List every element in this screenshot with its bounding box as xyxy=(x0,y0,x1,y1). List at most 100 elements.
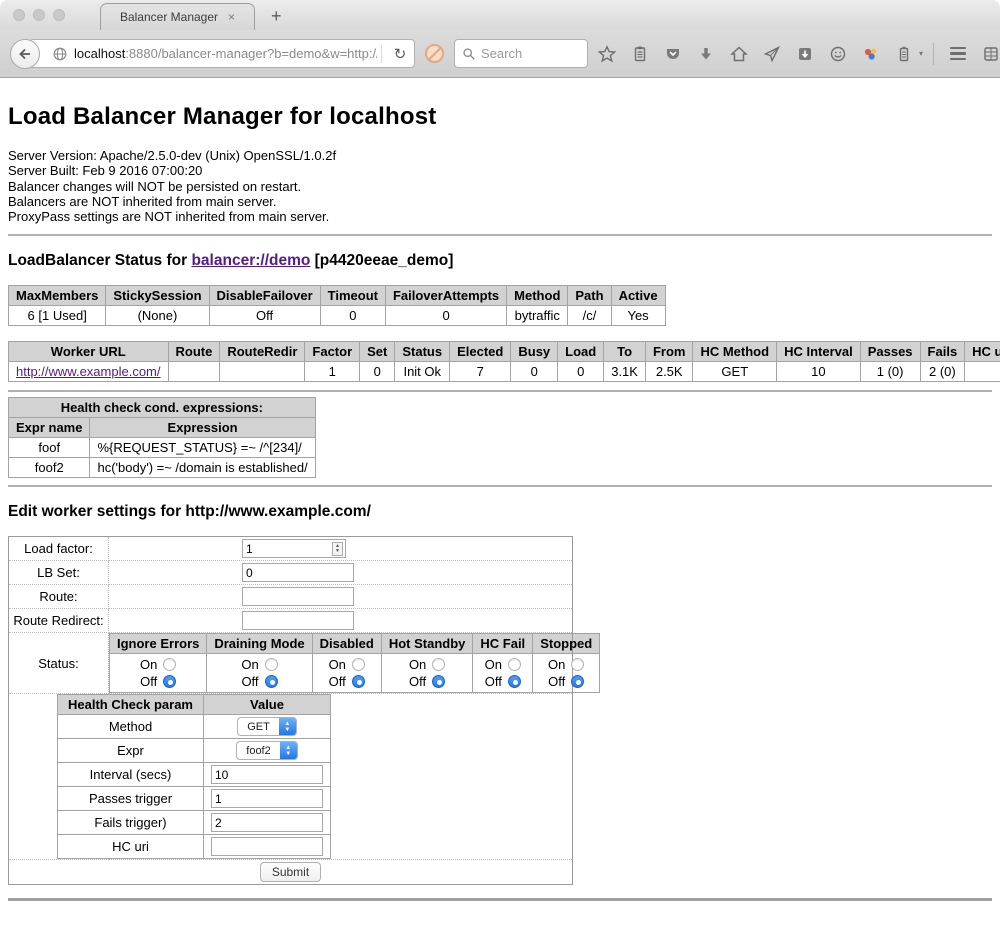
send-tab-button[interactable] xyxy=(758,39,786,69)
cell-load: 0 xyxy=(558,362,604,382)
battery-icon xyxy=(896,45,912,63)
col-ignore-errors: Ignore Errors xyxy=(110,634,207,654)
tab-groups-button[interactable] xyxy=(977,39,1000,69)
col-disabled: Disabled xyxy=(312,634,381,654)
radio-label-on: On xyxy=(329,656,346,673)
table-row: 6 [1 Used] (None) Off 0 0 bytraffic /c/ … xyxy=(9,306,666,326)
close-window-button[interactable] xyxy=(13,9,25,21)
expr-label: Expr xyxy=(58,739,204,763)
cell-to: 3.1K xyxy=(604,362,646,382)
hc-uri-label: HC uri xyxy=(58,835,204,859)
col-expr-name: Expr name xyxy=(9,418,90,438)
notice-balancers: Balancers are NOT inherited from main se… xyxy=(8,194,992,209)
number-stepper[interactable]: ▲▼ xyxy=(332,542,343,556)
clipboard-manager-button[interactable] xyxy=(890,39,918,69)
form-row-load-factor: Load factor: ▲▼ xyxy=(9,537,573,561)
cell-timeout: 0 xyxy=(320,306,385,326)
reload-button[interactable]: ↻ xyxy=(386,40,414,67)
route-input[interactable] xyxy=(242,587,354,606)
worker-row: http://www.example.com/ 1 0 Init Ok 7 0 … xyxy=(9,362,1000,382)
disabled-on-radio[interactable] xyxy=(352,658,365,671)
interval-input[interactable] xyxy=(211,765,323,784)
status-label: Status: xyxy=(9,633,109,694)
page-content: Load Balancer Manager for localhost Serv… xyxy=(0,78,1000,901)
col-failoverattempts: FailoverAttempts xyxy=(385,286,506,306)
table-header-row: Expr name Expression xyxy=(9,418,316,438)
col-route: Route xyxy=(168,342,220,362)
col-hc-uri: HC uri xyxy=(965,342,1000,362)
draining-mode-on-radio[interactable] xyxy=(265,658,278,671)
server-built: Server Built: Feb 9 2016 07:00:20 xyxy=(8,163,992,178)
cell-disablefailover: Off xyxy=(209,306,320,326)
cell-status: Init Ok xyxy=(395,362,450,382)
balancer-demo-link[interactable]: balancer://demo xyxy=(191,252,310,269)
method-select[interactable]: GET ▲▼ xyxy=(237,717,297,736)
lb-set-label: LB Set: xyxy=(9,561,109,585)
worker-url-link[interactable]: http://www.example.com/ xyxy=(16,364,161,379)
divider xyxy=(8,390,992,392)
hot-standby-on-radio[interactable] xyxy=(432,658,445,671)
submit-button[interactable]: Submit xyxy=(260,862,321,882)
ignore-errors-on-radio[interactable] xyxy=(163,658,176,671)
cell-busy: 0 xyxy=(511,362,558,382)
fails-input[interactable] xyxy=(211,813,323,832)
url-path: :8880/balancer-manager?b=demo&w=http://w… xyxy=(125,46,377,61)
search-input[interactable] xyxy=(481,46,571,61)
expr-selected-value: foof2 xyxy=(237,742,279,759)
cell-expression: hc('body') =~ /domain is established/ xyxy=(90,458,315,478)
expr-select[interactable]: foof2 ▲▼ xyxy=(236,741,297,760)
content-blocked-icon[interactable] xyxy=(425,44,444,63)
tab-balancer-manager[interactable]: Balancer Manager × xyxy=(100,3,255,30)
search-bar[interactable] xyxy=(454,39,588,68)
downloads-button[interactable] xyxy=(692,39,720,69)
hc-fail-on-radio[interactable] xyxy=(508,658,521,671)
balancer-status-table: MaxMembers StickySession DisableFailover… xyxy=(8,285,666,326)
menu-button[interactable] xyxy=(944,39,972,69)
colors-extension-button[interactable] xyxy=(857,39,885,69)
bookmark-star-button[interactable] xyxy=(593,39,621,69)
col-factor: Factor xyxy=(305,342,360,362)
radio-label-off: Off xyxy=(485,673,502,690)
search-icon xyxy=(462,47,476,61)
disabled-off-radio[interactable] xyxy=(352,675,365,688)
zoom-window-button[interactable] xyxy=(53,9,65,21)
hot-standby-off-radio[interactable] xyxy=(432,675,445,688)
route-redirect-input[interactable] xyxy=(242,611,354,630)
hc-row-interval: Interval (secs) xyxy=(58,763,331,787)
col-worker-url: Worker URL xyxy=(9,342,169,362)
stopped-on-radio[interactable] xyxy=(571,658,584,671)
bookmarks-menu-button[interactable] xyxy=(626,39,654,69)
save-box-button[interactable] xyxy=(791,39,819,69)
ignore-errors-off-radio[interactable] xyxy=(163,675,176,688)
cell-elected: 7 xyxy=(450,362,511,382)
new-tab-button[interactable]: + xyxy=(271,6,282,30)
hc-uri-input[interactable] xyxy=(211,837,323,856)
back-icon xyxy=(17,46,33,62)
col-passes: Passes xyxy=(860,342,920,362)
col-stickysession: StickySession xyxy=(106,286,209,306)
stopped-off-radio[interactable] xyxy=(571,675,584,688)
cell-factor: 1 xyxy=(305,362,360,382)
pocket-button[interactable] xyxy=(659,39,687,69)
cell-passes: 1 (0) xyxy=(860,362,920,382)
toolbar-separator xyxy=(933,43,934,65)
minimize-window-button[interactable] xyxy=(33,9,45,21)
hc-expr-title: Health check cond. expressions: xyxy=(9,398,316,418)
feedback-button[interactable] xyxy=(824,39,852,69)
back-button[interactable] xyxy=(10,39,40,69)
url-bar[interactable]: localhost:8880/balancer-manager?b=demo&w… xyxy=(29,39,415,68)
passes-input[interactable] xyxy=(211,789,323,808)
col-draining-mode: Draining Mode xyxy=(207,634,312,654)
paper-plane-icon xyxy=(763,45,781,63)
hc-row-fails: Fails trigger) xyxy=(58,811,331,835)
site-identity-globe-icon[interactable] xyxy=(52,46,68,62)
home-button[interactable] xyxy=(725,39,753,69)
radio-label-on: On xyxy=(241,656,258,673)
load-factor-input[interactable] xyxy=(242,539,346,558)
tab-close-icon[interactable]: × xyxy=(228,10,235,24)
form-row-status: Status: Ignore Errors Draining Mode Disa… xyxy=(9,633,573,694)
chevron-down-icon[interactable]: ▾ xyxy=(919,49,923,58)
lb-set-input[interactable] xyxy=(242,563,354,582)
hc-fail-off-radio[interactable] xyxy=(508,675,521,688)
draining-mode-off-radio[interactable] xyxy=(265,675,278,688)
